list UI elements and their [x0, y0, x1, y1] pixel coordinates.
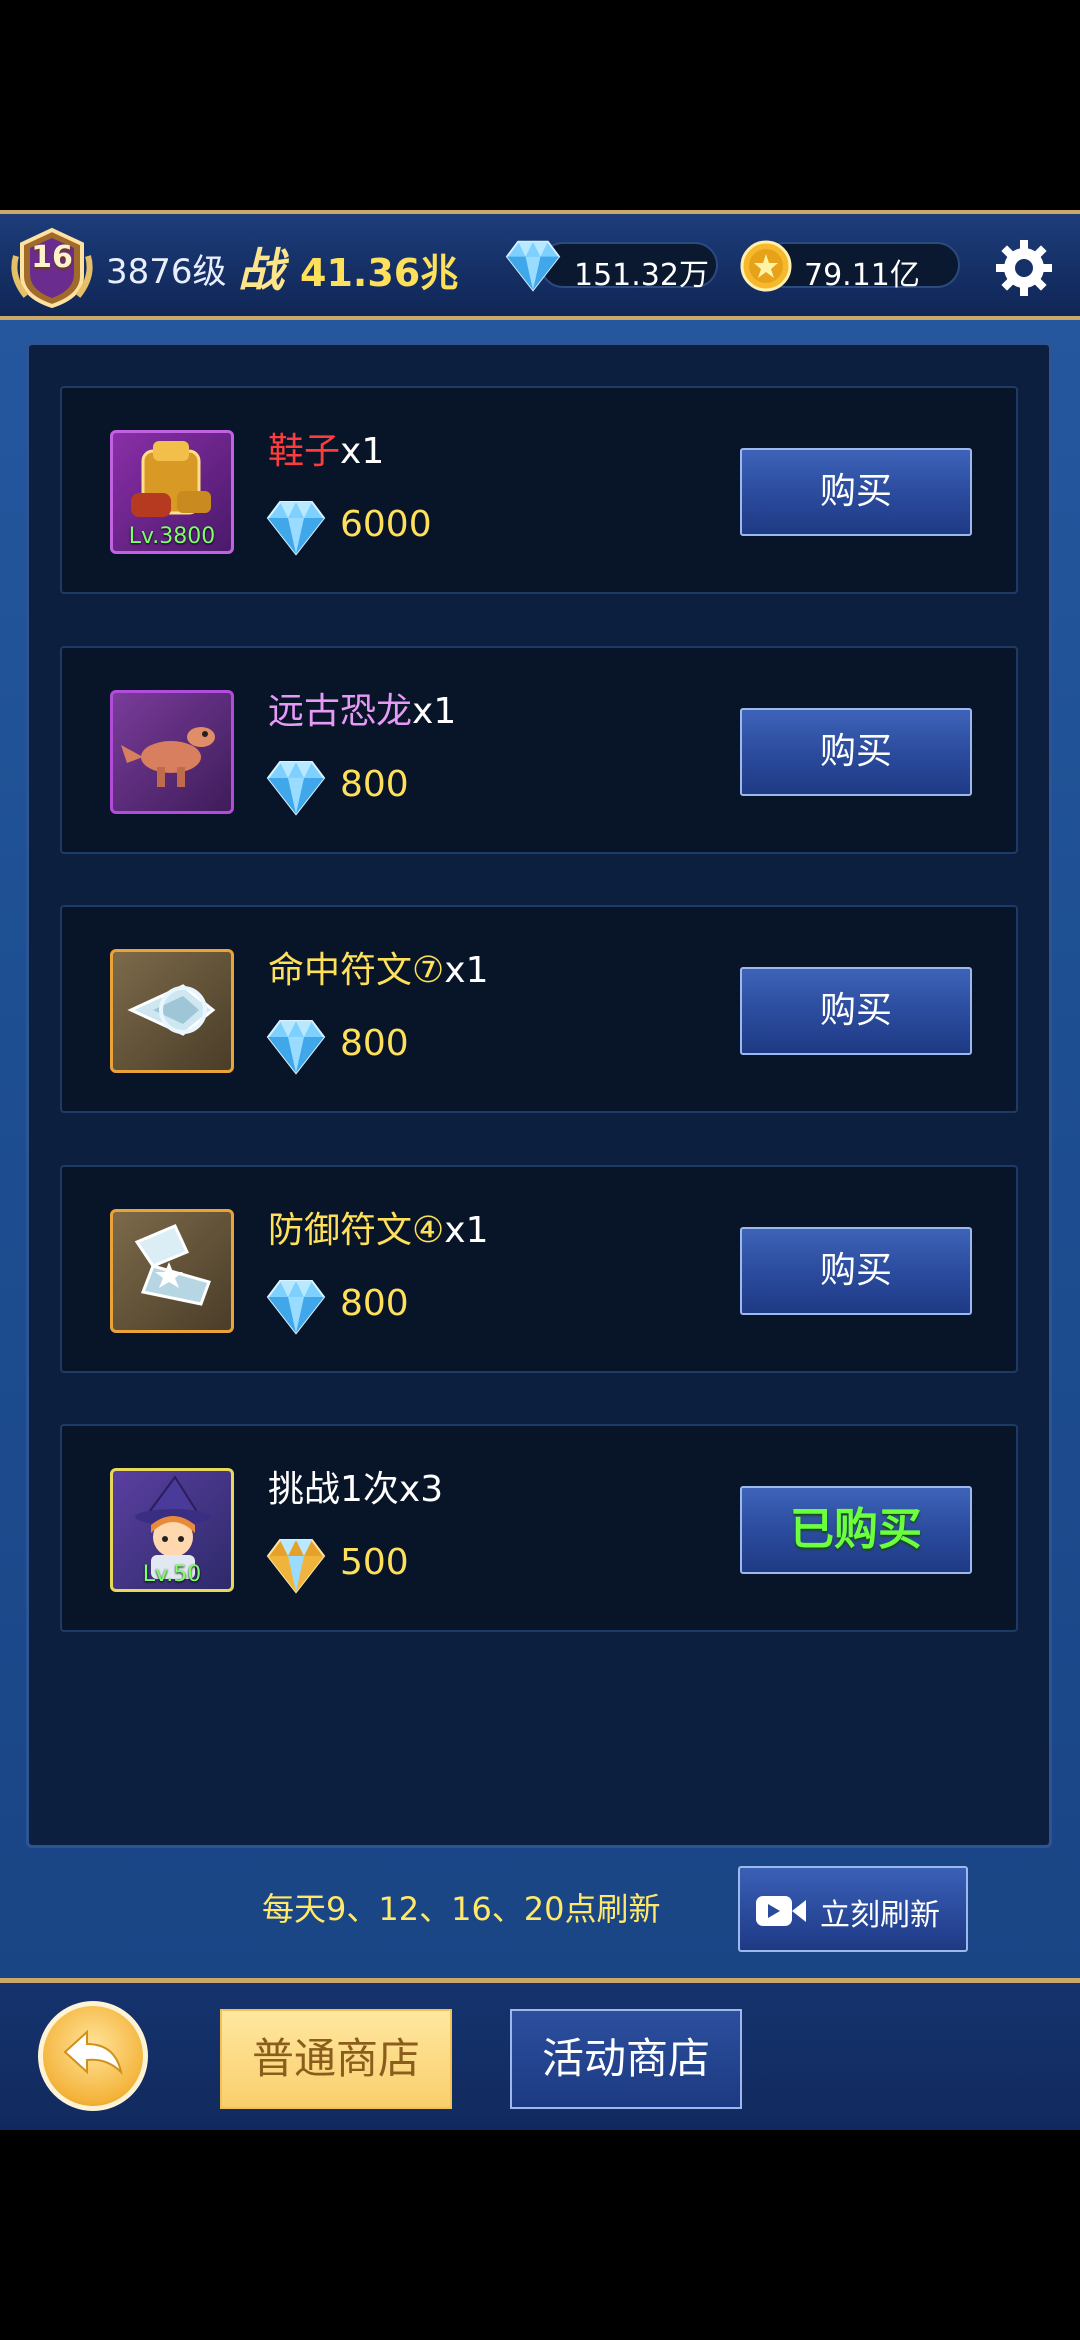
- video-camera-icon: [756, 1896, 806, 1926]
- shop-item-card: 命中符文⑦x1 800 购买: [60, 905, 1018, 1113]
- battle-power-value: 41.36兆: [300, 251, 459, 295]
- tab-event-shop[interactable]: 活动商店: [510, 2009, 742, 2109]
- item-price: 6000: [340, 504, 432, 545]
- shop-item-card: Lv.50 挑战1次x3 500 已购买: [60, 1424, 1018, 1632]
- buy-button[interactable]: 购买: [740, 967, 972, 1055]
- diamond-icon: [266, 1280, 326, 1335]
- diamond-icon: [505, 240, 561, 292]
- refresh-now-label: 立刻刷新: [820, 1898, 940, 1933]
- bottom-tab-bar: 普通商店 活动商店: [0, 1978, 1080, 2130]
- gem-balance: 151.32万: [574, 258, 709, 293]
- refresh-schedule-text: 每天9、12、16、20点刷新: [262, 1890, 661, 1928]
- refresh-now-button[interactable]: 立刻刷新: [738, 1866, 968, 1952]
- item-price: 500: [340, 1542, 409, 1583]
- item-thumbnail[interactable]: [110, 1209, 234, 1333]
- item-name: 挑战1次x3: [268, 1469, 444, 1510]
- back-arrow-icon: [63, 2029, 123, 2076]
- gold-diamond-icon: [266, 1539, 326, 1594]
- buy-button[interactable]: 购买: [740, 708, 972, 796]
- shop-item-card: 防御符文④x1 800 购买: [60, 1165, 1018, 1373]
- dinosaur-icon: [121, 727, 215, 787]
- buy-button[interactable]: 购买: [740, 448, 972, 536]
- coin-balance: 79.11亿: [804, 258, 920, 293]
- gem-balance-pill[interactable]: 151.32万: [540, 242, 718, 293]
- item-price: 800: [340, 764, 409, 805]
- diamond-icon: [266, 501, 326, 556]
- purchased-button[interactable]: 已购买: [740, 1486, 972, 1574]
- item-thumbnail[interactable]: Lv.3800: [110, 430, 234, 554]
- buy-button[interactable]: 购买: [740, 1227, 972, 1315]
- rank-badge[interactable]: 16: [8, 226, 96, 310]
- shop-item-card: Lv.3800 鞋子x1 6000 购买: [60, 386, 1018, 594]
- item-thumbnail[interactable]: [110, 949, 234, 1073]
- item-name: 鞋子x1: [268, 431, 385, 472]
- battle-power-icon: 战: [238, 243, 284, 297]
- item-price: 800: [340, 1023, 409, 1064]
- hit-rune-icon: [127, 984, 216, 1036]
- gold-coin-icon: [740, 240, 792, 292]
- item-level-label: Lv.50: [142, 1562, 202, 1587]
- tab-normal-shop[interactable]: 普通商店: [220, 2009, 452, 2109]
- item-name: 命中符文⑦x1: [268, 950, 489, 991]
- settings-gear-icon[interactable]: [994, 238, 1054, 298]
- item-thumbnail[interactable]: Lv.50: [110, 1468, 234, 1592]
- item-price: 800: [340, 1283, 409, 1324]
- shop-item-card: 远古恐龙x1 800 购买: [60, 646, 1018, 854]
- diamond-icon: [266, 761, 326, 816]
- item-level-label: Lv.3800: [128, 524, 216, 549]
- item-name: 远古恐龙x1: [268, 691, 457, 732]
- diamond-icon: [266, 1020, 326, 1075]
- player-level: 3876级: [106, 252, 227, 292]
- item-thumbnail[interactable]: [110, 690, 234, 814]
- back-button[interactable]: [38, 2001, 148, 2111]
- top-resource-bar: 16 3876级 战 41.36兆 151.32万 79.11亿: [0, 210, 1080, 320]
- item-name: 防御符文④x1: [268, 1210, 489, 1251]
- rank-number: 16: [31, 240, 73, 275]
- defense-rune-icon: [134, 1224, 211, 1306]
